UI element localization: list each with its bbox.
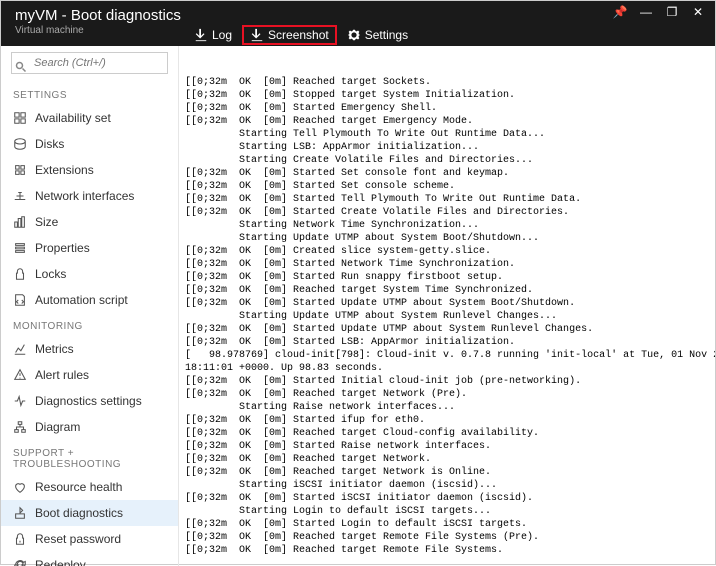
script-icon [13,293,27,307]
locks-icon [13,267,27,281]
sidebar-item-diagnostics-settings[interactable]: Diagnostics settings [1,388,178,414]
sidebar-item-availability-set[interactable]: Availability set [1,105,178,131]
search-input[interactable] [11,52,168,74]
gear-icon [347,28,361,42]
toolbar: Log Screenshot Settings [186,25,416,45]
sidebar-item-reset-password[interactable]: Reset password [1,526,178,552]
sidebar-item-label: Metrics [35,342,74,356]
reset-icon [13,532,27,546]
blade-title: myVM - Boot diagnostics [15,7,181,24]
sidebar-item-automation-script[interactable]: Automation script [1,287,178,313]
title-bar: myVM - Boot diagnostics Virtual machine … [1,1,715,46]
availability-icon [13,111,27,125]
section-header: SUPPORT + TROUBLESHOOTING [1,440,178,474]
sidebar-item-redeploy[interactable]: Redeploy [1,552,178,566]
sidebar-item-label: Properties [35,241,90,255]
disks-icon [13,137,27,151]
search-icon [15,61,27,73]
sidebar-item-label: Locks [35,267,66,281]
sidebar-item-size[interactable]: Size [1,209,178,235]
pin-button[interactable]: 📌 [611,5,629,19]
log-label: Log [212,28,232,42]
properties-icon [13,241,27,255]
diagram-icon [13,420,27,434]
sidebar-item-extensions[interactable]: Extensions [1,157,178,183]
settings-label: Settings [365,28,408,42]
sidebar-item-label: Availability set [35,111,111,125]
close-button[interactable]: ✕ [689,5,707,19]
sidebar-item-properties[interactable]: Properties [1,235,178,261]
section-header: SETTINGS [1,82,178,105]
restore-button[interactable]: ❐ [663,5,681,19]
sidebar-item-label: Alert rules [35,368,89,382]
console-output: [[0;32m OK [0m] Reached target Sockets. … [179,46,715,566]
sidebar-item-resource-health[interactable]: Resource health [1,474,178,500]
sidebar-item-label: Network interfaces [35,189,134,203]
sidebar-item-label: Extensions [35,163,94,177]
sidebar-item-label: Boot diagnostics [35,506,123,520]
blade-subtitle: Virtual machine [15,25,181,36]
settings-button[interactable]: Settings [339,25,416,45]
sidebar-item-label: Disks [35,137,64,151]
metrics-icon [13,342,27,356]
sidebar-item-diagram[interactable]: Diagram [1,414,178,440]
download-icon [194,28,208,42]
screenshot-label: Screenshot [268,28,329,42]
sidebar-item-disks[interactable]: Disks [1,131,178,157]
sidebar-item-label: Reset password [35,532,121,546]
size-icon [13,215,27,229]
sidebar-item-label: Diagnostics settings [35,394,142,408]
sidebar-item-locks[interactable]: Locks [1,261,178,287]
log-button[interactable]: Log [186,25,240,45]
sidebar-item-alert-rules[interactable]: Alert rules [1,362,178,388]
window-controls: 📌 — ❐ ✕ [611,5,707,19]
health-icon [13,480,27,494]
sidebar-item-label: Size [35,215,58,229]
sidebar-item-boot-diagnostics[interactable]: Boot diagnostics [1,500,178,526]
alert-icon [13,368,27,382]
sidebar-item-network-interfaces[interactable]: Network interfaces [1,183,178,209]
sidebar-item-label: Resource health [35,480,122,494]
sidebar-item-label: Automation script [35,293,128,307]
extensions-icon [13,163,27,177]
section-header: MONITORING [1,313,178,336]
sidebar-item-metrics[interactable]: Metrics [1,336,178,362]
sidebar-item-label: Diagram [35,420,80,434]
download-icon [250,28,264,42]
diagnostics-icon [13,394,27,408]
boot-icon [13,506,27,520]
network-icon [13,189,27,203]
sidebar: SETTINGS Availability set Disks Extensions N… [1,46,179,566]
screenshot-button[interactable]: Screenshot [242,25,337,45]
minimize-button[interactable]: — [637,5,655,19]
